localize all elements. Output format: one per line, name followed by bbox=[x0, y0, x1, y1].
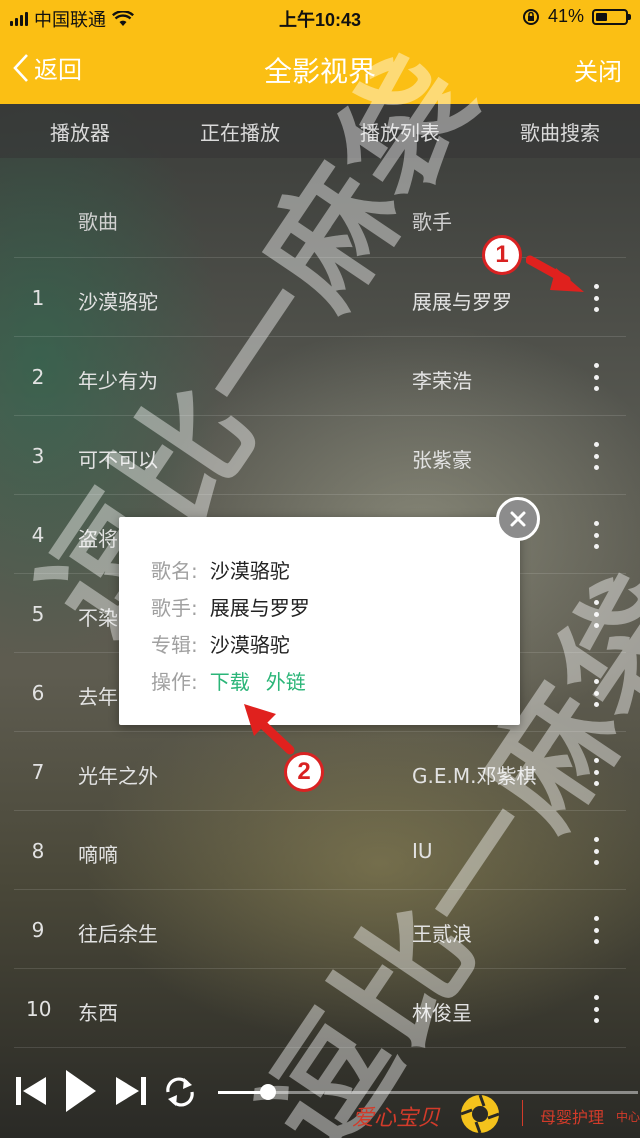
song-row[interactable]: 10 东西 林俊呈 bbox=[14, 969, 626, 1048]
annotation-marker-2: 2 bbox=[284, 752, 324, 792]
song-number: 10 bbox=[26, 997, 52, 1021]
song-singer: 林俊呈 bbox=[412, 1001, 472, 1025]
song-title: 东西 bbox=[78, 1001, 118, 1025]
popup-name-label: 歌名: bbox=[151, 559, 198, 583]
brand-watermark: 爱心宝贝 母婴护理 中心 bbox=[350, 1092, 640, 1138]
song-row[interactable]: 8 嘀嘀 IU bbox=[14, 811, 626, 890]
song-title: 年少有为 bbox=[78, 369, 158, 393]
song-row[interactable]: 9 往后余生 王贰浪 bbox=[14, 890, 626, 969]
more-options-icon[interactable] bbox=[586, 833, 606, 869]
popup-name-row: 歌名: 沙漠骆驼 bbox=[151, 555, 290, 584]
popup-singer-value: 展展与罗罗 bbox=[209, 596, 310, 620]
brand-logo-icon bbox=[460, 1094, 500, 1134]
popup-album-value: 沙漠骆驼 bbox=[209, 633, 290, 657]
status-bar: 中国联通 上午10:43 41% bbox=[0, 0, 640, 34]
more-options-icon[interactable] bbox=[586, 754, 606, 790]
popup-name-value: 沙漠骆驼 bbox=[209, 559, 290, 583]
song-singer: 展展与罗罗 bbox=[412, 290, 512, 314]
song-title: 可不可以 bbox=[78, 448, 158, 472]
song-row[interactable]: 3 可不可以 张紫豪 bbox=[14, 416, 626, 495]
song-title: 嘀嘀 bbox=[78, 843, 118, 867]
close-icon bbox=[510, 511, 526, 527]
close-button[interactable]: 关闭 bbox=[574, 52, 622, 87]
song-singer: 王贰浪 bbox=[412, 922, 472, 946]
header-song: 歌曲 bbox=[78, 210, 118, 234]
popup-singer-row: 歌手: 展展与罗罗 bbox=[151, 592, 310, 621]
popup-album-row: 专辑: 沙漠骆驼 bbox=[151, 629, 290, 658]
song-singer: IU bbox=[412, 839, 433, 863]
more-options-icon[interactable] bbox=[586, 912, 606, 948]
download-link[interactable]: 下载 bbox=[210, 670, 250, 694]
battery-percent: 41% bbox=[547, 6, 584, 26]
song-number: 4 bbox=[31, 523, 45, 547]
song-title: 去年 bbox=[78, 685, 118, 709]
next-track-icon[interactable] bbox=[114, 1074, 148, 1108]
external-link[interactable]: 外链 bbox=[266, 670, 306, 694]
popup-action-label: 操作: bbox=[151, 670, 198, 694]
more-options-icon[interactable] bbox=[586, 359, 606, 395]
more-options-icon[interactable] bbox=[586, 991, 606, 1027]
song-number: 3 bbox=[31, 444, 45, 468]
tab-player[interactable]: 播放器 bbox=[0, 117, 160, 146]
table-header: 歌曲 歌手 bbox=[14, 180, 626, 258]
song-number: 1 bbox=[31, 286, 45, 310]
song-number: 5 bbox=[31, 602, 45, 626]
song-number: 8 bbox=[31, 839, 45, 863]
song-title: 往后余生 bbox=[78, 922, 158, 946]
red-arrow-icon bbox=[244, 704, 295, 755]
status-right: 41% bbox=[522, 6, 631, 27]
song-singer: G.E.M.邓紫棋 bbox=[412, 764, 537, 788]
annotation-marker-1: 1 bbox=[482, 235, 522, 275]
song-title: 沙漠骆驼 bbox=[78, 290, 158, 314]
navigation-bar: 返回 全影视界 关闭 bbox=[0, 34, 640, 104]
battery-icon bbox=[592, 8, 631, 25]
song-number: 7 bbox=[31, 760, 45, 784]
song-info-popup: 歌名: 沙漠骆驼 歌手: 展展与罗罗 专辑: 沙漠骆驼 操作: 下载 外链 bbox=[119, 517, 520, 725]
popup-album-label: 专辑: bbox=[151, 633, 198, 657]
app-screen: 中国联通 上午10:43 41% 返回 全影视界 关闭 播放器 正在播放 播放列… bbox=[0, 0, 640, 1138]
more-options-icon[interactable] bbox=[586, 596, 606, 632]
song-singer: 张紫豪 bbox=[412, 448, 472, 472]
repeat-icon[interactable] bbox=[162, 1076, 198, 1108]
brand-tagline: 母婴护理 bbox=[540, 1110, 605, 1127]
popup-close-button[interactable] bbox=[496, 497, 540, 541]
page-title: 全影视界 bbox=[263, 56, 376, 87]
song-title: 不染 bbox=[78, 606, 118, 630]
popup-action-row: 操作: 下载 外链 bbox=[151, 666, 306, 695]
popup-singer-label: 歌手: bbox=[151, 596, 198, 620]
play-icon[interactable] bbox=[64, 1068, 98, 1114]
song-title: 盗将 bbox=[78, 527, 118, 551]
red-arrow-icon bbox=[526, 255, 584, 292]
song-singer: 李荣浩 bbox=[412, 369, 472, 393]
header-singer: 歌手 bbox=[412, 210, 452, 234]
tab-now-playing[interactable]: 正在播放 bbox=[160, 117, 320, 146]
more-options-icon[interactable] bbox=[586, 280, 606, 316]
previous-track-icon[interactable] bbox=[14, 1074, 48, 1108]
more-options-icon[interactable] bbox=[586, 675, 606, 711]
song-title: 光年之外 bbox=[78, 764, 158, 788]
more-options-icon[interactable] bbox=[586, 517, 606, 553]
song-row[interactable]: 2 年少有为 李荣浩 bbox=[14, 337, 626, 416]
progress-knob[interactable] bbox=[260, 1084, 277, 1100]
brand-suffix: 中心 bbox=[616, 1110, 640, 1124]
brand-separator bbox=[522, 1100, 523, 1126]
song-number: 9 bbox=[31, 918, 45, 942]
song-number: 6 bbox=[31, 681, 45, 705]
tab-bar: 播放器 正在播放 播放列表 歌曲搜索 bbox=[0, 104, 640, 158]
tab-playlist[interactable]: 播放列表 bbox=[320, 117, 480, 146]
brand-name: 爱心宝贝 bbox=[352, 1105, 441, 1130]
song-number: 2 bbox=[31, 365, 45, 389]
tab-song-search[interactable]: 歌曲搜索 bbox=[480, 117, 640, 146]
more-options-icon[interactable] bbox=[586, 438, 606, 474]
orientation-lock-icon bbox=[522, 8, 539, 25]
